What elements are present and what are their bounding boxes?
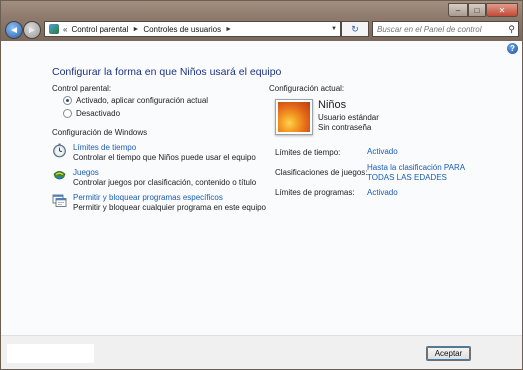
game-ratings-setting-label: Clasificaciones de juegos: [275, 168, 368, 177]
back-button[interactable]: ◄ [5, 21, 23, 39]
navigation-bar: ◄ ► « Control parental ► Controles de us… [4, 20, 519, 39]
radio-button-unselected[interactable] [63, 109, 72, 118]
task-programs: Permitir y bloquear programas específico… [52, 193, 266, 213]
address-dropdown-icon[interactable]: ▼ [328, 26, 340, 32]
avatar [278, 102, 310, 132]
search-input[interactable] [373, 22, 507, 36]
program-limits-setting-value[interactable]: Activado [367, 188, 398, 198]
games-icon [53, 171, 66, 180]
user-name: Niños [318, 99, 347, 111]
games-description: Controlar juegos por clasificación, cont… [73, 178, 257, 187]
programs-link[interactable]: Permitir y bloquear programas específico… [73, 193, 266, 203]
radio-button-selected[interactable] [63, 96, 72, 105]
refresh-icon: ↻ [351, 23, 359, 34]
current-settings-label: Configuración actual: [269, 84, 345, 93]
games-link[interactable]: Juegos [73, 168, 256, 178]
caption-buttons: – □ ✕ [448, 3, 518, 17]
title-bar: – □ ✕ ◄ ► « Control parental ► Controles… [1, 1, 522, 41]
time-limits-setting-label: Límites de tiempo: [275, 148, 341, 157]
forward-button[interactable]: ► [23, 21, 41, 39]
breadcrumb-parental-control[interactable]: Control parental [71, 25, 128, 34]
task-games: Juegos Controlar juegos por clasificació… [52, 168, 256, 188]
breadcrumb-separator-icon[interactable]: ► [132, 26, 139, 33]
windows-settings-label: Configuración de Windows [52, 128, 148, 137]
parental-control-label: Control parental: [52, 84, 112, 93]
time-limits-description: Controlar el tiempo que Niños puede usar… [73, 153, 256, 162]
address-bar[interactable]: « Control parental ► Controles de usuari… [44, 21, 341, 37]
breadcrumb-separator-icon[interactable]: ► [225, 26, 232, 33]
game-ratings-setting-value[interactable]: Hasta la clasificación PARA TODAS LAS ED… [367, 163, 467, 183]
main-content: ? Configurar la forma en que Niños usará… [1, 41, 522, 335]
task-time-limits: Límites de tiempo Controlar el tiempo qu… [52, 143, 256, 163]
overflow-chevron-icon[interactable]: « [63, 25, 67, 34]
user-password-status: Sin contraseña [318, 123, 372, 132]
breadcrumb-user-controls[interactable]: Controles de usuarios [143, 25, 221, 34]
user-account-type: Usuario estándar [318, 113, 379, 122]
maximize-button[interactable]: □ [468, 3, 486, 17]
ok-button[interactable]: Aceptar [426, 346, 471, 361]
page-title: Configurar la forma en que Niños usará e… [52, 66, 282, 78]
programs-icon [52, 194, 67, 207]
help-icon[interactable]: ? [507, 43, 518, 54]
radio-option-off[interactable]: Desactivado [63, 109, 120, 118]
close-button[interactable]: ✕ [486, 3, 518, 17]
footer-blank-area [7, 344, 94, 363]
search-icon[interactable]: ⚲ [508, 24, 515, 35]
time-limits-link[interactable]: Límites de tiempo [73, 143, 256, 153]
time-limits-setting-value[interactable]: Activado [367, 147, 398, 157]
radio-label-on: Activado, aplicar configuración actual [76, 96, 209, 105]
footer-bar: Aceptar [1, 335, 522, 369]
minimize-button[interactable]: – [448, 3, 468, 17]
clock-icon [53, 143, 66, 158]
search-box[interactable]: ⚲ [372, 21, 519, 37]
radio-label-off: Desactivado [76, 109, 121, 118]
refresh-button[interactable]: ↻ [341, 21, 369, 37]
radio-option-on[interactable]: Activado, aplicar configuración actual [63, 96, 208, 105]
control-panel-window: – □ ✕ ◄ ► « Control parental ► Controles… [0, 0, 523, 370]
user-avatar-frame [275, 99, 313, 135]
programs-description: Permitir y bloquear cualquier programa e… [73, 203, 266, 212]
program-limits-setting-label: Límites de programas: [275, 188, 355, 197]
control-panel-icon [49, 24, 59, 34]
